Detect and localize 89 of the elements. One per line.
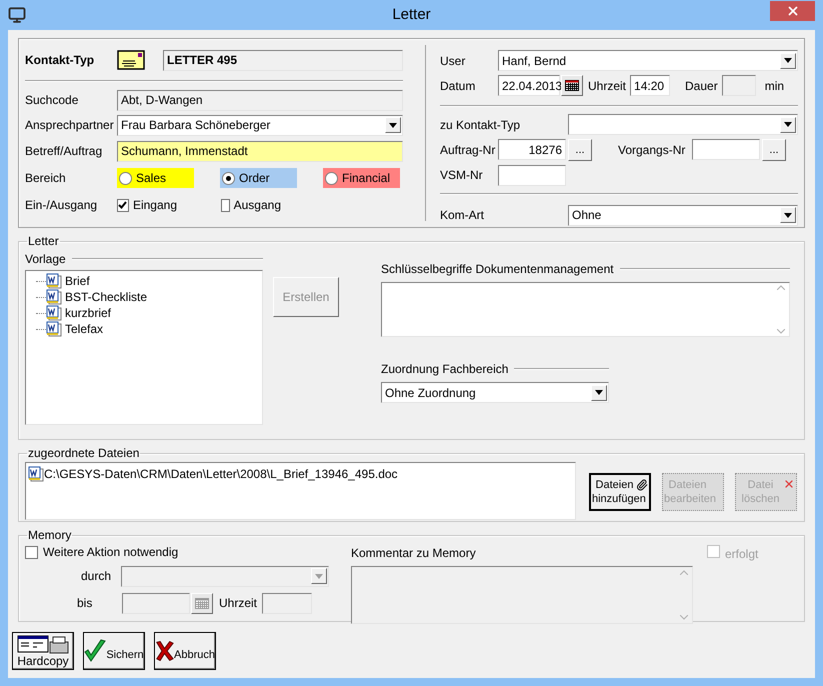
further-action-label: Weitere Aktion notwendig xyxy=(43,544,178,561)
process-number-label: Vorgangs-Nr xyxy=(618,142,686,159)
department-dropdown[interactable]: Ohne Zuordnung xyxy=(381,382,609,403)
area-option[interactable]: Financial xyxy=(323,168,400,188)
cross-icon xyxy=(783,478,795,490)
printer-icon xyxy=(17,634,69,654)
close-button[interactable] xyxy=(770,1,815,21)
group-title: zugeordnete Dateien xyxy=(27,445,140,462)
direction-option-label: Eingang xyxy=(132,197,177,214)
template-item[interactable]: BST-Checkliste xyxy=(28,289,260,305)
subject-label: Betreff/Auftrag xyxy=(25,143,104,160)
date-field[interactable]: 22.04.2013 xyxy=(498,75,560,96)
scroll-up-icon xyxy=(777,285,785,290)
scroll-up-icon xyxy=(680,570,688,575)
checkbox[interactable] xyxy=(117,198,129,212)
action-button[interactable]: Abbruch xyxy=(154,632,216,670)
process-browse-button[interactable]: ... xyxy=(762,138,786,161)
template-item[interactable]: kurzbrief xyxy=(28,305,260,321)
communication-type-label: Kom-Art xyxy=(440,207,486,224)
checkbox[interactable] xyxy=(221,198,230,212)
search-code-field[interactable]: Abt, D-Wangen xyxy=(117,90,403,110)
template-label: Vorlage xyxy=(25,251,66,268)
direction-label: Ein-/Ausgang xyxy=(25,197,98,214)
scroll-down-icon xyxy=(680,615,688,620)
checkbox[interactable] xyxy=(25,546,38,558)
radio-button[interactable] xyxy=(119,172,132,184)
cross-icon xyxy=(155,639,174,663)
duration-unit-label: min xyxy=(764,78,784,95)
radio-button[interactable] xyxy=(325,172,338,184)
document-icon xyxy=(46,273,62,289)
duration-label: Dauer xyxy=(685,78,718,95)
order-browse-button[interactable]: ... xyxy=(568,138,592,161)
action-button[interactable]: Sichern xyxy=(83,632,145,670)
memory-time-label: Uhrzeit xyxy=(219,595,258,612)
group-title: Memory xyxy=(27,527,72,544)
group-title: Letter xyxy=(27,233,60,250)
order-number-label: Auftrag-Nr xyxy=(440,142,496,159)
memory-time-field[interactable] xyxy=(262,592,312,614)
time-field[interactable]: 14:20 xyxy=(630,75,670,96)
department-label: Zuordnung Fachbereich xyxy=(381,361,508,378)
until-date-field[interactable] xyxy=(122,592,190,614)
area-option[interactable]: Sales xyxy=(117,168,194,188)
until-label: bis xyxy=(76,595,94,612)
area-option[interactable]: Order xyxy=(220,168,297,188)
envelope-icon xyxy=(117,50,145,70)
vsm-number-label: VSM-Nr xyxy=(440,167,484,184)
document-icon xyxy=(46,321,62,337)
memo-comment-label: Kommentar zu Memory xyxy=(351,545,477,562)
done-label: erfolgt xyxy=(725,546,758,563)
file-item[interactable]: C:\GESYS-Daten\CRM\Daten\Letter\2008\L_Brief_13946_495.doc xyxy=(28,465,573,483)
contact-type-field[interactable]: LETTER 495 xyxy=(163,50,403,70)
order-number-field[interactable]: 18276 xyxy=(498,139,566,160)
search-code-label: Suchcode xyxy=(25,92,80,109)
communication-type-dropdown[interactable]: Ohne xyxy=(568,204,798,226)
related-contact-type-label: zu Kontakt-Typ xyxy=(440,116,522,134)
vsm-number-field[interactable] xyxy=(498,164,566,186)
related-contact-type-dropdown[interactable] xyxy=(568,114,798,136)
close-icon xyxy=(786,4,800,18)
action-button[interactable]: Hardcopy xyxy=(12,632,74,670)
contact-person-label: Ansprechpartner xyxy=(25,117,115,134)
subject-field[interactable]: Schumann, Immenstadt xyxy=(117,140,403,162)
user-dropdown[interactable]: Hanf, Bernd xyxy=(498,50,798,72)
checkmark-icon xyxy=(84,639,106,663)
template-item[interactable]: Telefax xyxy=(28,321,260,337)
by-label: durch xyxy=(80,568,112,585)
process-number-field[interactable] xyxy=(692,139,760,160)
paperclip-icon xyxy=(636,479,648,491)
window-title: Letter xyxy=(392,4,431,25)
document-icon xyxy=(28,466,44,482)
keywords-text-area[interactable] xyxy=(381,282,790,337)
time-label: Uhrzeit xyxy=(588,78,626,95)
file-action-button[interactable]: Dateien hinzufügen xyxy=(589,473,651,511)
date-label: Datum xyxy=(440,78,476,95)
calendar-icon[interactable] xyxy=(561,75,583,96)
by-dropdown[interactable] xyxy=(121,566,329,586)
radio-button[interactable] xyxy=(222,172,235,184)
duration-field[interactable] xyxy=(722,75,756,96)
template-item[interactable]: Brief xyxy=(28,273,260,289)
document-icon xyxy=(46,289,62,305)
app-icon xyxy=(8,6,26,24)
contact-type-label: Kontakt-Typ xyxy=(25,52,96,69)
document-icon xyxy=(46,305,62,321)
area-label: Bereich xyxy=(25,170,67,187)
contact-person-dropdown[interactable]: Frau Barbara Schöneberger xyxy=(117,114,403,136)
direction-option-label: Ausgang xyxy=(234,197,281,214)
scroll-down-icon xyxy=(777,329,785,334)
memo-comment-text-area[interactable] xyxy=(351,566,693,624)
keywords-label: Schlüsselbegriffe Dokumentenmanagement xyxy=(381,261,614,278)
user-label: User xyxy=(440,52,466,70)
